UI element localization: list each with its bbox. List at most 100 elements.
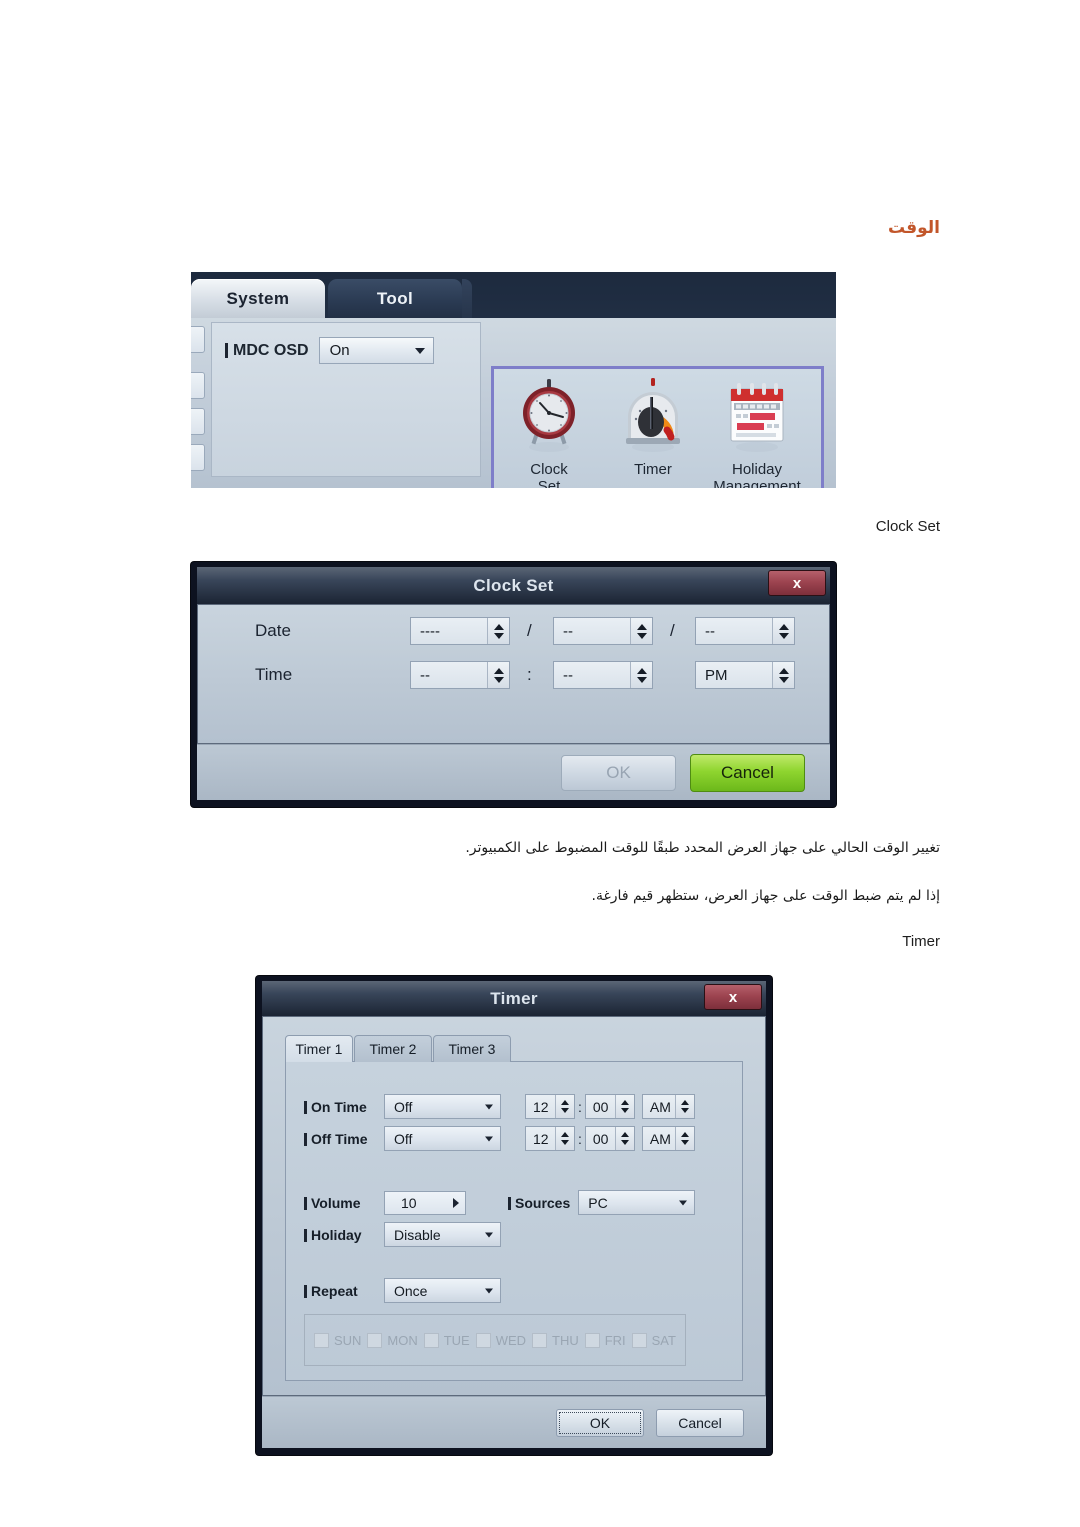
spinner-arrows-icon[interactable] [487, 618, 509, 644]
holiday-dropdown[interactable]: Disable [384, 1222, 501, 1247]
holiday-label: Holiday [304, 1227, 376, 1243]
close-icon[interactable]: x [704, 984, 762, 1010]
paragraph-1: تغيير الوقت الحالي على جهاز العرض المحدد… [465, 840, 940, 856]
on-time-hour-spinner[interactable]: 12 [525, 1094, 575, 1119]
tab-tool[interactable]: Tool [328, 279, 462, 318]
on-time-state-value: Off [394, 1098, 413, 1115]
spinner-arrows-icon[interactable] [487, 662, 509, 688]
on-time-separator: : [578, 1098, 582, 1115]
tab-timer-1[interactable]: Timer 1 [285, 1035, 353, 1062]
paragraph-2: إذا لم يتم ضبط الوقت على جهاز العرض، ستظ… [591, 888, 940, 904]
date-year-spinner[interactable]: ---- [410, 617, 510, 645]
chevron-down-icon [485, 1136, 493, 1141]
cancel-button[interactable]: Cancel [690, 753, 805, 792]
clock-set-icon [523, 379, 575, 452]
caption-clock-set: Clock Set [875, 518, 940, 535]
sources-label: Sources [508, 1195, 570, 1211]
holiday-value: Disable [394, 1226, 441, 1243]
checkbox-icon[interactable] [631, 1332, 647, 1348]
clock-set-tile[interactable]: Clock Set [497, 375, 601, 488]
timer-icon [626, 378, 680, 452]
checkbox-icon[interactable] [475, 1332, 491, 1348]
off-time-minute-value: 00 [592, 1130, 609, 1147]
weekday-thu[interactable]: THU [532, 1332, 579, 1348]
checkbox-icon[interactable] [532, 1332, 547, 1348]
settings-group: MDC OSD On [211, 322, 481, 477]
on-time-meridiem-spinner[interactable]: AM [641, 1094, 695, 1119]
ok-button[interactable]: OK [556, 1408, 644, 1437]
repeat-dropdown[interactable]: Once [384, 1278, 501, 1303]
chevron-down-icon [485, 1232, 493, 1237]
clock-set-dialog: Clock Set x Date ---- / -- / -- Time -- … [191, 562, 836, 807]
spinner-arrows-icon[interactable] [674, 1095, 694, 1118]
on-time-state-dropdown[interactable]: Off [384, 1094, 501, 1119]
cancel-button[interactable]: Cancel [656, 1408, 744, 1437]
weekday-fri[interactable]: FRI [584, 1332, 626, 1348]
date-day-value: -- [705, 622, 715, 640]
off-time-label: Off Time [304, 1131, 376, 1147]
clock-set-caption: Clock Set [530, 461, 568, 488]
repeat-row: Repeat Once [304, 1278, 501, 1303]
sources-dropdown[interactable]: PC [578, 1190, 696, 1215]
off-time-meridiem-spinner[interactable]: AM [641, 1126, 695, 1151]
time-separator: : [527, 665, 532, 684]
checkbox-icon[interactable] [423, 1332, 439, 1348]
spinner-arrows-icon[interactable] [772, 662, 794, 688]
spinner-arrows-icon[interactable] [630, 618, 652, 644]
weekday-mon[interactable]: MON [367, 1332, 418, 1348]
holiday-management-tile[interactable]: Holiday Management [705, 375, 809, 488]
chevron-right-icon[interactable] [453, 1197, 459, 1208]
spinner-arrows-icon[interactable] [674, 1127, 694, 1150]
spinner-arrows-icon[interactable] [555, 1095, 574, 1118]
stub-control-3[interactable] [191, 408, 205, 435]
mdc-osd-dropdown[interactable]: On [318, 337, 434, 364]
checkbox-icon[interactable] [367, 1332, 383, 1348]
off-time-minute-spinner[interactable]: 00 [584, 1126, 635, 1151]
mdc-system-panel: System Tool MDC OSD On Clock Set Timer H… [191, 272, 836, 488]
timer-dialog: Timer x Timer 1 Timer 2 Timer 3 On Time … [256, 976, 772, 1455]
off-time-row: Off Time Off 12 : 00 AM [304, 1126, 695, 1151]
timer-tab-bar: Timer 1 Timer 2 Timer 3 [285, 1035, 743, 1062]
off-time-meridiem-value: AM [649, 1130, 671, 1147]
close-icon[interactable]: x [768, 570, 826, 596]
mdc-osd-label: MDC OSD [225, 342, 309, 360]
stub-control-2[interactable] [191, 372, 205, 399]
weekday-sat[interactable]: SAT [631, 1332, 676, 1348]
weekday-tue[interactable]: TUE [423, 1332, 470, 1348]
time-hour-spinner[interactable]: -- [410, 661, 510, 689]
timer-tile[interactable]: Timer [601, 375, 705, 488]
off-time-hour-value: 12 [533, 1130, 549, 1147]
tab-timer-3[interactable]: Timer 3 [433, 1035, 511, 1062]
spinner-arrows-icon[interactable] [555, 1127, 574, 1150]
time-meridiem-value: PM [705, 666, 728, 684]
off-time-hour-spinner[interactable]: 12 [525, 1126, 575, 1151]
timer-title-bar: Timer x [262, 981, 766, 1016]
date-month-value: -- [563, 622, 573, 640]
spinner-arrows-icon[interactable] [630, 662, 652, 688]
clock-set-title-bar: Clock Set x [197, 567, 830, 604]
time-minute-spinner[interactable]: -- [553, 661, 653, 689]
date-month-spinner[interactable]: -- [553, 617, 653, 645]
weekday-sun[interactable]: SUN [313, 1332, 361, 1348]
stub-control-4[interactable] [191, 444, 205, 471]
holiday-management-caption: Holiday Management [713, 461, 801, 488]
volume-stepper[interactable]: 10 [384, 1190, 466, 1215]
spinner-arrows-icon[interactable] [614, 1095, 634, 1118]
on-time-minute-spinner[interactable]: 00 [584, 1094, 635, 1119]
stub-control-1[interactable] [191, 326, 205, 353]
spinner-arrows-icon[interactable] [772, 618, 794, 644]
chevron-down-icon [414, 347, 425, 354]
off-time-separator: : [578, 1130, 582, 1147]
tab-system[interactable]: System [191, 279, 325, 318]
time-meridiem-spinner[interactable]: PM [695, 661, 795, 689]
page-title: الوقت [888, 218, 940, 238]
spinner-arrows-icon[interactable] [614, 1127, 634, 1150]
checkbox-icon[interactable] [584, 1332, 600, 1348]
weekday-wed[interactable]: WED [475, 1332, 526, 1348]
tab-bar: System Tool [191, 272, 836, 318]
date-day-spinner[interactable]: -- [695, 617, 795, 645]
timer-dialog-inner: Timer x Timer 1 Timer 2 Timer 3 On Time … [262, 981, 766, 1448]
checkbox-icon[interactable] [313, 1332, 329, 1348]
tab-timer-2[interactable]: Timer 2 [354, 1035, 432, 1062]
off-time-state-dropdown[interactable]: Off [384, 1126, 501, 1151]
